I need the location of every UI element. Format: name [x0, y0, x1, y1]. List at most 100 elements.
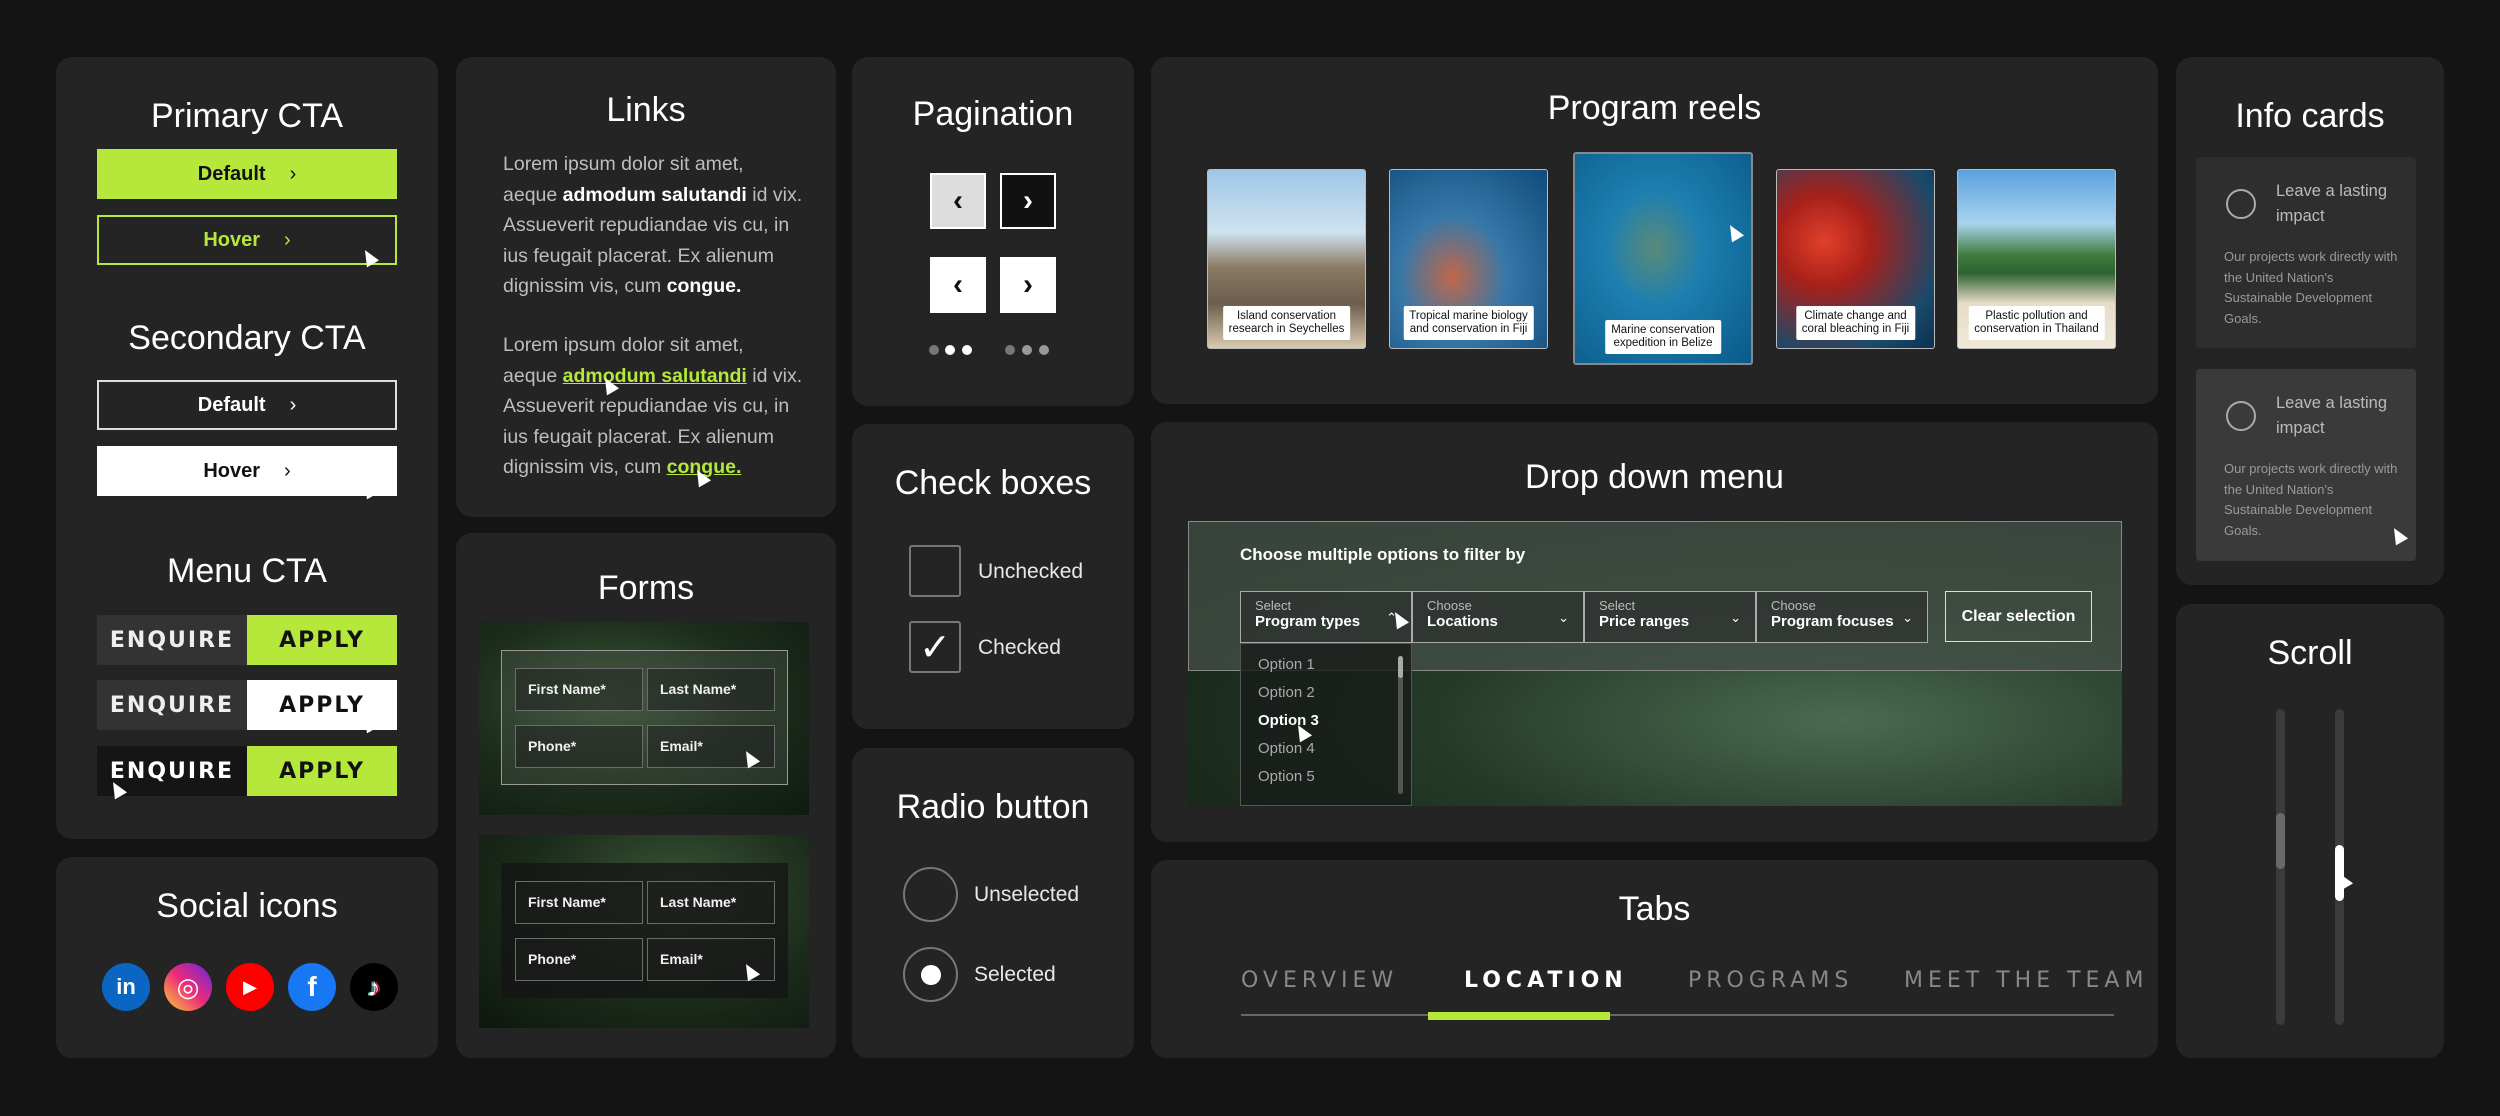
tab-meet-the-team[interactable]: MEET THE TEAM [1904, 968, 2148, 993]
globe-icon [2226, 189, 2256, 219]
links-paragraph-default: Lorem ipsum dolor sit amet, aeque admodu… [503, 149, 803, 302]
phone-field[interactable]: Phone* [515, 725, 643, 768]
dropdown-option[interactable]: Option 4 [1258, 740, 1315, 757]
page-dot[interactable] [1022, 345, 1032, 355]
first-name-field[interactable]: First Name* [515, 881, 643, 924]
secondary-hover-button[interactable]: Hover › [97, 446, 397, 496]
tiktok-icon[interactable]: ♪ [350, 963, 398, 1011]
reel-card[interactable]: Climate change and coral bleaching in Fij… [1776, 169, 1935, 349]
phone-field[interactable]: Phone* [515, 938, 643, 981]
apply-button[interactable]: APPLY [247, 746, 397, 796]
price-ranges-dropdown[interactable]: Select Price ranges ⌄ [1584, 591, 1756, 643]
tabs-divider [1241, 1014, 2114, 1016]
page-dot[interactable] [962, 345, 972, 355]
scroll-track[interactable] [2335, 709, 2344, 1025]
link-hover[interactable]: admodum salutandi [563, 365, 747, 387]
radio-unselected-label: Unselected [974, 883, 1080, 906]
reel-card[interactable]: Plastic pollution and conservation in Tha… [1957, 169, 2116, 349]
info-card-heading: Leave a lasting impact [2276, 394, 2387, 437]
active-tab-indicator [1428, 1012, 1610, 1020]
reel-caption: Island conservation research in Seychelle… [1222, 306, 1351, 340]
page-dot-active[interactable] [945, 345, 955, 355]
caption-line: and conservation in Fiji [1409, 323, 1528, 335]
reel-card-hover[interactable]: Marine conservation expedition in Belize [1573, 152, 1753, 365]
checkbox-unchecked[interactable] [909, 545, 961, 597]
apply-button[interactable]: APPLY [247, 615, 397, 665]
form-default: First Name* Last Name* Phone* Email* [479, 622, 809, 815]
primary-hover-button[interactable]: Hover › [97, 215, 397, 265]
next-page-button[interactable]: › [1000, 257, 1056, 313]
pagination-panel: Pagination ‹ › ‹ › [852, 57, 1134, 406]
scroll-thumb[interactable] [2276, 813, 2285, 869]
clear-selection-button[interactable]: Clear selection [1945, 591, 2092, 642]
dropdown-sub: Choose [1771, 598, 1816, 613]
page-dot[interactable] [1039, 345, 1049, 355]
link[interactable]: congue. [667, 275, 742, 297]
caption-line: Tropical marine biology [1409, 310, 1528, 322]
page-dot[interactable] [929, 345, 939, 355]
tabs-panel: Tabs OVERVIEW LOCATION PROGRAMS MEET THE… [1151, 860, 2158, 1058]
dropdown-scrollbar[interactable] [1398, 656, 1403, 794]
info-card[interactable]: Leave a lasting impact Our projects work… [2196, 157, 2416, 348]
info-card-hover[interactable]: Leave a lasting impact Our projects work… [2196, 369, 2416, 561]
enquire-button[interactable]: ENQUIRE [97, 615, 247, 665]
primary-default-button[interactable]: Default › [97, 149, 397, 199]
scroll-panel: Scroll [2176, 604, 2444, 1058]
caption-line: coral bleaching in Fiji [1801, 323, 1910, 335]
last-name-field[interactable]: Last Name* [647, 668, 775, 711]
info-card-heading: Leave a lasting impact [2276, 182, 2387, 225]
prev-page-button[interactable]: ‹ [930, 257, 986, 313]
scroll-track[interactable] [2276, 709, 2285, 1025]
scroll-title: Scroll [2267, 634, 2353, 672]
cursor-icon [1723, 221, 1745, 243]
dropdown-sub: Select [1599, 598, 1636, 613]
scroll-thumb[interactable] [1398, 656, 1403, 678]
linkedin-icon[interactable]: in [102, 963, 150, 1011]
dropdown-option-hover[interactable]: Option 3 [1258, 712, 1319, 729]
info-card-body: Our projects work directly with the Unit… [2224, 249, 2398, 326]
dropdown-main: Locations [1427, 613, 1498, 630]
program-focuses-dropdown[interactable]: Choose Program focuses ⌄ [1756, 591, 1928, 643]
dropdown-option[interactable]: Option 5 [1258, 768, 1315, 785]
locations-dropdown[interactable]: Choose Locations ⌄ [1412, 591, 1584, 643]
first-name-field[interactable]: First Name* [515, 668, 643, 711]
reel-card[interactable]: Tropical marine biology and conservation … [1389, 169, 1548, 349]
dropdown-option[interactable]: Option 1 [1258, 656, 1315, 673]
secondary-default-button[interactable]: Default › [97, 380, 397, 430]
tab-overview[interactable]: OVERVIEW [1241, 968, 1398, 993]
secondary-cta-title: Secondary CTA [128, 319, 366, 357]
dropdown-container: Choose multiple options to filter by Sel… [1188, 521, 2122, 806]
program-types-dropdown[interactable]: Select Program types ⌃ [1240, 591, 1412, 643]
caption-line: research in Seychelles [1228, 323, 1345, 335]
enquire-button[interactable]: ENQUIRE [97, 680, 247, 730]
forms-title: Forms [597, 569, 695, 607]
page-dot[interactable] [1005, 345, 1015, 355]
last-name-field[interactable]: Last Name* [647, 881, 775, 924]
prev-page-button[interactable]: ‹ [930, 173, 986, 229]
cta-panel: Primary CTA Default › Hover › Secondary CT… [56, 57, 438, 839]
caption-line: Island conservation [1236, 310, 1337, 322]
caption-line: Climate change and [1804, 310, 1907, 322]
chevron-right-icon: › [284, 459, 291, 482]
tab-location[interactable]: LOCATION [1464, 968, 1628, 993]
facebook-icon[interactable]: f [288, 963, 336, 1011]
radio-title: Radio button [896, 788, 1090, 826]
secondary-hover-label: Hover [203, 459, 261, 482]
radio-dot [920, 964, 941, 985]
tab-programs[interactable]: PROGRAMS [1688, 968, 1853, 993]
reel-card[interactable]: Island conservation research in Seychelle… [1207, 169, 1366, 349]
menu-cta-title: Menu CTA [167, 552, 327, 590]
chevron-down-icon: ⌄ [1558, 610, 1569, 625]
dropdown-heading: Choose multiple options to filter by [1240, 545, 1526, 564]
radio-selected[interactable] [903, 947, 958, 1002]
caption-line: expedition in Belize [1613, 337, 1713, 349]
next-page-button[interactable]: › [1000, 173, 1056, 229]
dropdown-option[interactable]: Option 2 [1258, 684, 1315, 701]
link[interactable]: admodum salutandi [563, 184, 747, 206]
checkbox-checked[interactable]: ✓ [909, 621, 961, 673]
info-card-body: Our projects work directly with the Unit… [2224, 461, 2398, 538]
instagram-icon[interactable]: ◎ [164, 963, 212, 1011]
youtube-icon[interactable]: ▶ [226, 963, 274, 1011]
reel-caption: Tropical marine biology and conservation … [1403, 306, 1534, 340]
radio-unselected[interactable] [903, 867, 958, 922]
